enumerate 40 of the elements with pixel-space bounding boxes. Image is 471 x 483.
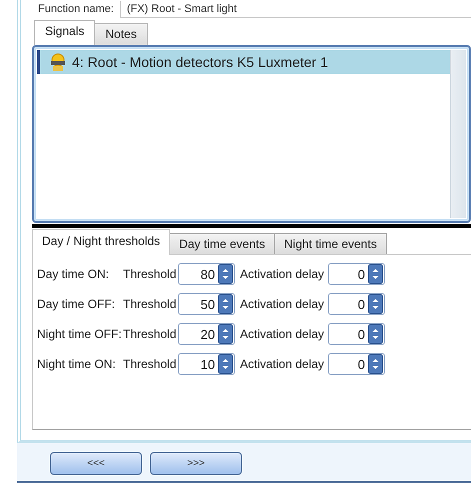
tab[interactable]: Night time events xyxy=(274,233,387,254)
lux-sensor-icon xyxy=(48,52,68,72)
activation-delay-label: Activation delay xyxy=(239,357,326,371)
spin-arrows-icon[interactable] xyxy=(218,354,233,374)
number-spinner[interactable]: 10 xyxy=(178,353,235,375)
row-label: Night time ON: xyxy=(37,357,117,371)
number-spinner[interactable]: 0 xyxy=(328,293,385,315)
function-name-label: Function name: xyxy=(37,3,114,15)
number-spinner[interactable]: 0 xyxy=(328,323,385,345)
threshold-label: Threshold xyxy=(123,357,178,371)
nav-button[interactable]: >>> xyxy=(150,452,242,475)
activation-delay-label: Activation delay xyxy=(239,267,326,281)
activation-delay-label: Activation delay xyxy=(239,327,326,341)
nav-button[interactable]: <<< xyxy=(50,452,142,475)
number-spinner[interactable]: 20 xyxy=(178,323,235,345)
signal-item[interactable]: 4: Root - Motion detectors K5 Luxmeter 1 xyxy=(37,50,450,74)
tab[interactable]: Signals xyxy=(34,20,96,45)
spin-arrows-icon[interactable] xyxy=(218,264,233,284)
number-spinner[interactable]: 0 xyxy=(328,263,385,285)
row-label: Night time OFF: xyxy=(37,327,123,341)
spin-arrows-icon[interactable] xyxy=(218,294,233,314)
function-name-field[interactable]: (FX) Root - Smart light xyxy=(120,0,471,18)
number-spinner[interactable]: 0 xyxy=(328,353,385,375)
tab[interactable]: Notes xyxy=(94,23,148,45)
threshold-label: Threshold xyxy=(123,297,178,311)
threshold-label: Threshold xyxy=(123,267,178,281)
tab[interactable]: Day / Night thresholds xyxy=(32,229,170,255)
number-spinner[interactable]: 50 xyxy=(178,293,235,315)
tab[interactable]: Day time events xyxy=(169,233,276,254)
spin-arrows-icon[interactable] xyxy=(368,294,383,314)
spin-arrows-icon[interactable] xyxy=(218,324,233,344)
activation-delay-label: Activation delay xyxy=(239,297,326,311)
spin-arrows-icon[interactable] xyxy=(368,354,383,374)
spin-arrows-icon[interactable] xyxy=(368,264,383,284)
scrollbar[interactable] xyxy=(450,50,466,218)
row-label: Day time ON: xyxy=(37,267,110,281)
spin-arrows-icon[interactable] xyxy=(368,324,383,344)
number-spinner[interactable]: 80 xyxy=(178,263,235,285)
row-label: Day time OFF: xyxy=(37,297,116,311)
threshold-label: Threshold xyxy=(123,327,178,341)
